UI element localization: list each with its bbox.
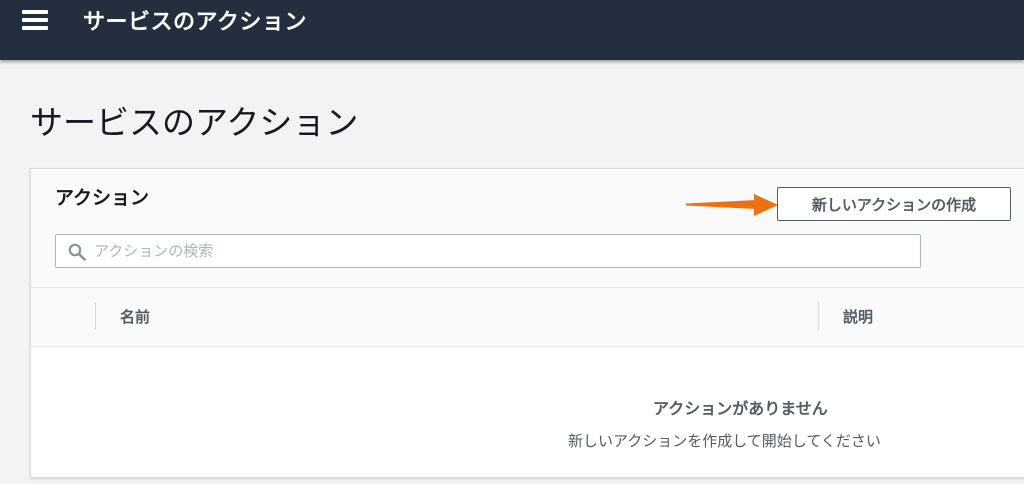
actions-panel: アクション 新しいアクションの作成 名前 説明 アクションがありません 新しいア… [30,168,1024,478]
search-input[interactable] [94,236,894,266]
panel-header: アクション 新しいアクションの作成 [31,169,1024,288]
column-divider [818,302,819,330]
search-icon [68,243,86,261]
top-navigation-bar: サービスのアクション [0,0,1024,60]
panel-title: アクション [55,187,150,209]
column-header-description[interactable]: 説明 [843,306,873,327]
create-action-button[interactable]: 新しいアクションの作成 [777,187,1011,221]
empty-state-title: アクションがありません [653,399,828,418]
column-header-name[interactable]: 名前 [120,306,150,327]
page-title: サービスのアクション [30,103,359,142]
orange-arrow-icon [686,194,778,216]
empty-state-description: 新しいアクションを作成して開始してください [568,432,881,450]
search-box[interactable] [55,234,921,268]
table-header: 名前 説明 [31,288,1024,347]
hamburger-menu-icon[interactable] [22,10,48,32]
topbar-title: サービスのアクション [83,10,307,35]
column-divider [95,302,96,330]
